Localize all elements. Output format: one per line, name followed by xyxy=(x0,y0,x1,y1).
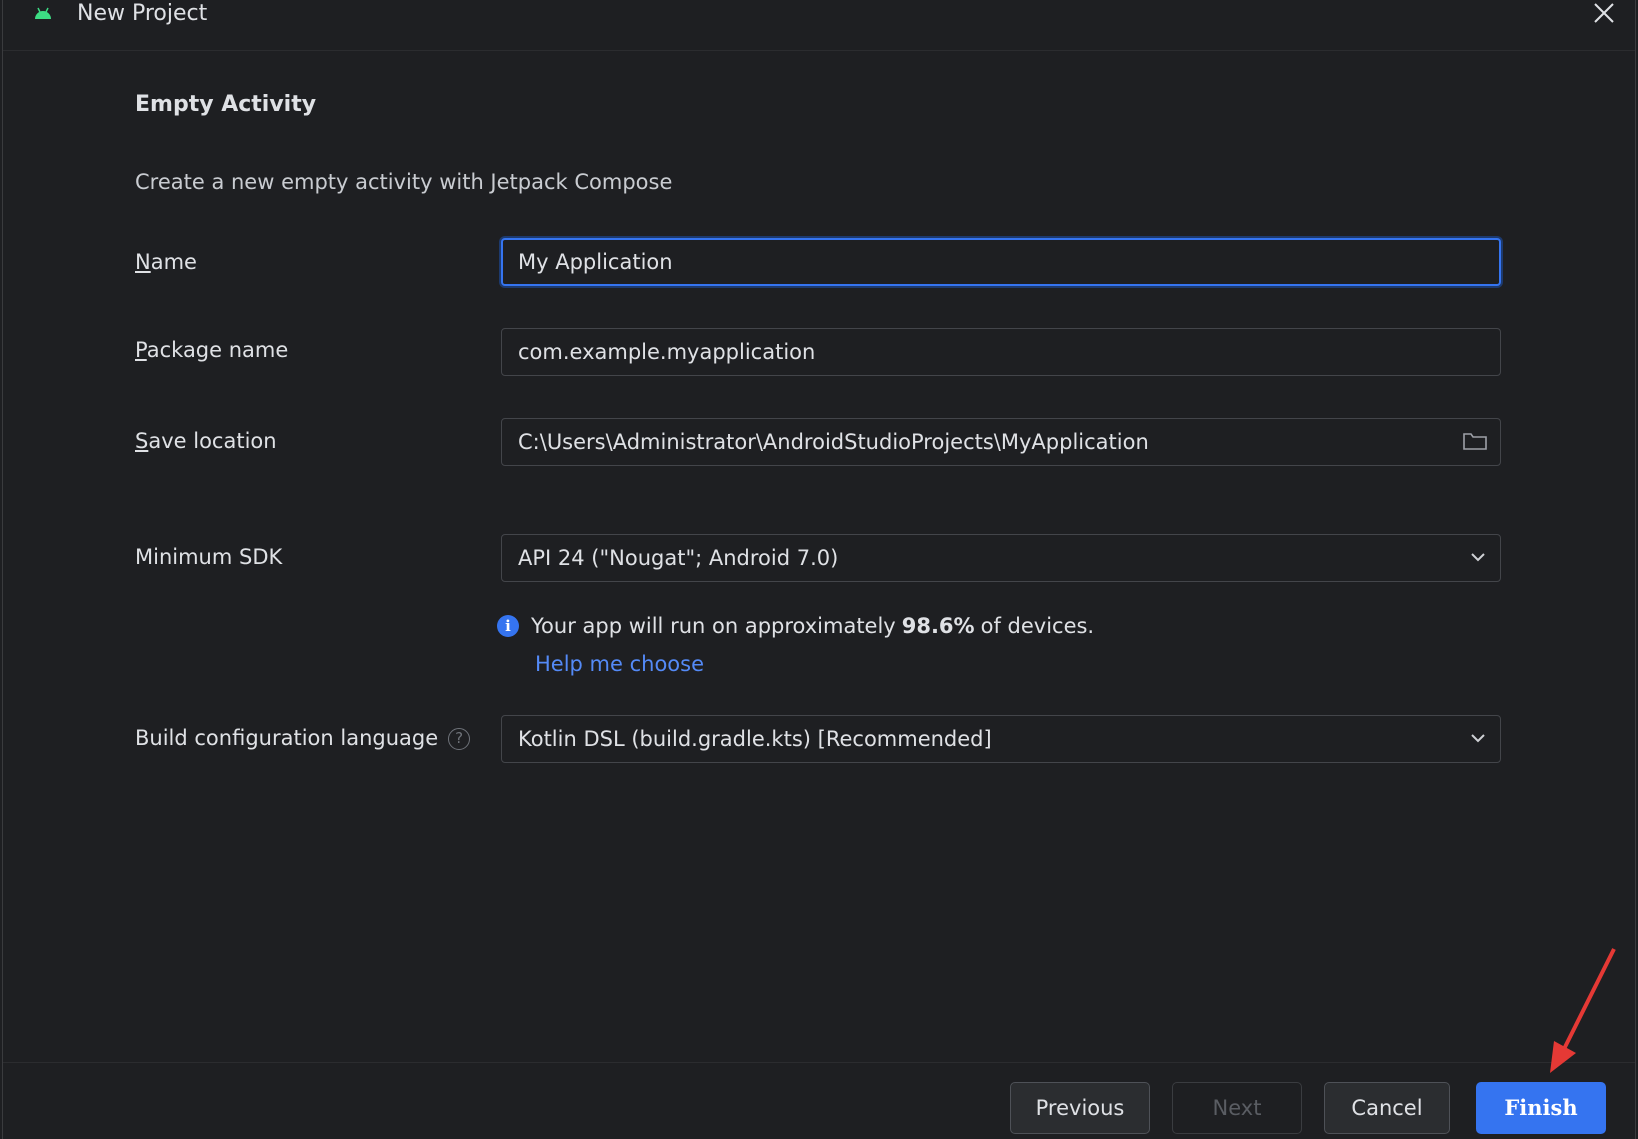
next-button[interactable]: Next xyxy=(1172,1082,1302,1134)
chevron-down-icon xyxy=(1471,734,1485,743)
save-location-label: Save location xyxy=(135,429,277,453)
info-icon: i xyxy=(497,615,519,637)
help-me-choose-link[interactable]: Help me choose xyxy=(535,652,704,676)
section-description: Create a new empty activity with Jetpack… xyxy=(135,170,673,194)
section-title: Empty Activity xyxy=(135,92,317,117)
minimum-sdk-label: Minimum SDK xyxy=(135,545,283,569)
close-icon[interactable] xyxy=(1589,0,1617,28)
finish-button[interactable]: Finish xyxy=(1476,1082,1606,1134)
build-config-language-value: Kotlin DSL (build.gradle.kts) [Recommend… xyxy=(518,727,992,751)
package-name-label: Package name xyxy=(135,338,288,362)
android-icon xyxy=(35,7,51,19)
sdk-info-suffix: of devices. xyxy=(980,614,1095,638)
sdk-coverage-percent: 98.6% xyxy=(901,614,975,638)
package-name-input[interactable] xyxy=(501,328,1501,376)
sdk-info-prefix: Your app will run on approximately xyxy=(531,614,896,638)
save-location-field[interactable]: C:\Users\Administrator\AndroidStudioProj… xyxy=(501,418,1501,466)
chevron-down-icon xyxy=(1471,553,1485,562)
name-label-text: ame xyxy=(150,250,197,274)
save-location-label-accelerator: S xyxy=(135,429,149,453)
package-label-accelerator: P xyxy=(135,338,147,362)
name-label: Name xyxy=(135,250,197,274)
minimum-sdk-select[interactable]: API 24 ("Nougat"; Android 7.0) xyxy=(501,534,1501,582)
window-title: New Project xyxy=(77,1,208,26)
save-location-value: C:\Users\Administrator\AndroidStudioProj… xyxy=(518,430,1149,454)
minimum-sdk-value: API 24 ("Nougat"; Android 7.0) xyxy=(518,546,839,570)
build-config-language-select[interactable]: Kotlin DSL (build.gradle.kts) [Recommend… xyxy=(501,715,1501,763)
build-config-language-text: Build configuration language xyxy=(135,726,439,750)
name-input[interactable] xyxy=(501,238,1501,286)
new-project-dialog: New Project Empty Activity Create a new … xyxy=(2,0,1636,1139)
title-bar: New Project xyxy=(3,0,1635,51)
previous-button[interactable]: Previous xyxy=(1010,1082,1150,1134)
build-config-language-label: Build configuration language? xyxy=(135,726,471,750)
name-label-accelerator: N xyxy=(135,250,151,274)
help-icon[interactable]: ? xyxy=(448,728,471,750)
folder-icon[interactable] xyxy=(1462,430,1488,452)
cancel-button[interactable]: Cancel xyxy=(1324,1082,1450,1134)
save-location-label-text: ave location xyxy=(148,429,277,453)
package-label-text: ackage name xyxy=(146,338,289,362)
sdk-coverage-info: i Your app will run on approximately 98.… xyxy=(497,614,1094,638)
